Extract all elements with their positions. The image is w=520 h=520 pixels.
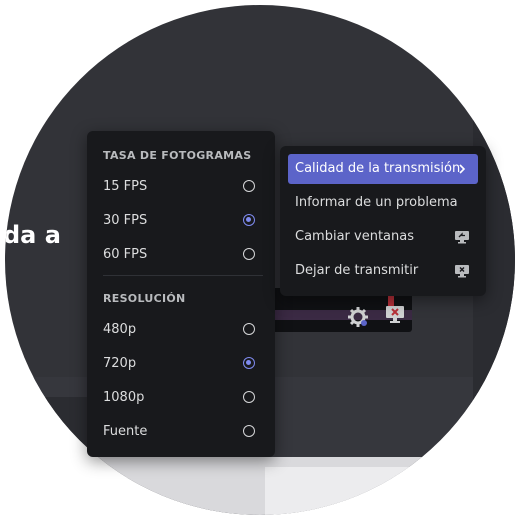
menu-item-change-windows[interactable]: Cambiar ventanas <box>288 222 478 252</box>
screen-swap-icon <box>455 231 469 244</box>
option-label: 60 FPS <box>103 247 148 262</box>
radio-button[interactable] <box>243 180 255 192</box>
resolution-option-720p[interactable]: 720p <box>95 348 267 380</box>
resolution-header: RESOLUCIÓN <box>103 292 186 305</box>
radio-button-checked[interactable] <box>243 214 255 226</box>
fps-option-30[interactable]: 30 FPS <box>95 205 267 237</box>
menu-item-label: Dejar de transmitir <box>295 263 419 278</box>
menu-item-stop-streaming[interactable]: Dejar de transmitir <box>288 256 478 286</box>
menu-item-label: Calidad de la transmisión <box>295 161 461 176</box>
stream-quality-submenu: TASA DE FOTOGRAMAS 15 FPS 30 FPS 60 FPS … <box>87 131 275 457</box>
gear-icon[interactable] <box>347 306 369 328</box>
option-label: 480p <box>103 322 137 337</box>
frame-rate-header: TASA DE FOTOGRAMAS <box>103 149 252 162</box>
stop-stream-icon[interactable] <box>384 304 406 324</box>
radio-button[interactable] <box>243 323 255 335</box>
option-label: 30 FPS <box>103 213 148 228</box>
footer-area <box>5 457 515 515</box>
fps-option-15[interactable]: 15 FPS <box>95 171 267 203</box>
option-label: 15 FPS <box>103 179 148 194</box>
radio-button[interactable] <box>243 391 255 403</box>
resolution-option-source[interactable]: Fuente <box>95 416 267 448</box>
radio-button[interactable] <box>243 425 255 437</box>
resolution-option-480p[interactable]: 480p <box>95 314 267 346</box>
screen-close-icon <box>455 265 469 278</box>
menu-item-label: Informar de un problema <box>295 195 458 210</box>
chevron-right-icon <box>459 164 466 174</box>
menu-item-label: Cambiar ventanas <box>295 229 414 244</box>
menu-divider <box>103 275 263 276</box>
option-label: Fuente <box>103 424 148 439</box>
resolution-option-1080p[interactable]: 1080p <box>95 382 267 414</box>
fps-option-60[interactable]: 60 FPS <box>95 239 267 271</box>
background-heading: da a <box>5 221 61 249</box>
menu-item-report-problem[interactable]: Informar de un problema <box>288 188 478 218</box>
menu-item-stream-quality[interactable]: Calidad de la transmisión <box>288 154 478 184</box>
option-label: 1080p <box>103 390 145 405</box>
stream-context-menu: Calidad de la transmisión Informar de un… <box>280 146 486 296</box>
option-label: 720p <box>103 356 137 371</box>
radio-button-checked[interactable] <box>243 357 255 369</box>
radio-button[interactable] <box>243 248 255 260</box>
